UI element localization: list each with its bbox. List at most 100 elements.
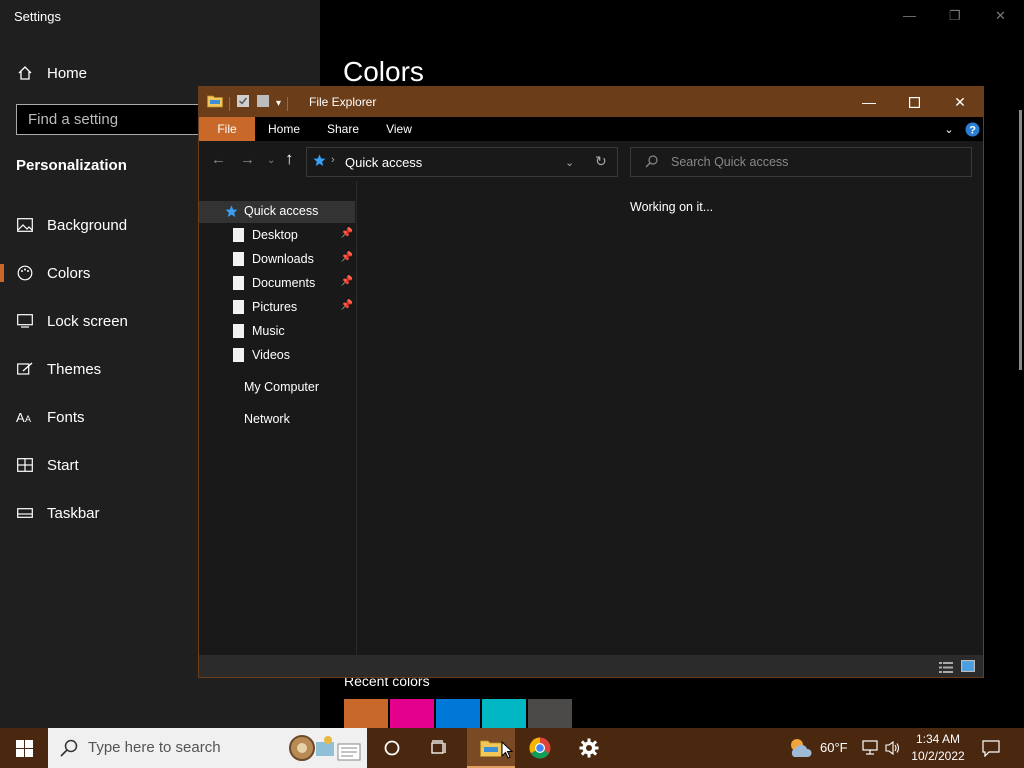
svg-text:A: A [16, 410, 25, 424]
color-swatch[interactable] [528, 699, 572, 729]
home-icon [16, 64, 34, 82]
forward-arrow-icon[interactable]: → [240, 151, 255, 168]
tree-item-desktop[interactable]: Desktop 📌 [199, 225, 355, 247]
start-button[interactable] [0, 728, 48, 768]
section-heading: Personalization [16, 157, 127, 174]
tree-item-music[interactable]: Music [199, 321, 355, 343]
recent-locations-icon[interactable]: ⌄ [267, 155, 275, 166]
brush-icon [16, 360, 34, 378]
find-setting-input[interactable]: Find a setting [16, 104, 206, 135]
nav-background-label: Background [47, 216, 128, 234]
scrollbar[interactable] [1019, 110, 1022, 370]
clock-date: 10/2/2022 [911, 749, 965, 763]
page-title: Colors [343, 56, 424, 87]
cortana-button[interactable] [368, 728, 416, 768]
nav-taskbar-label: Taskbar [47, 504, 100, 522]
taskbar-settings[interactable] [565, 728, 613, 768]
properties-icon[interactable] [236, 94, 250, 113]
tree-item-documents[interactable]: Documents 📌 [199, 273, 355, 295]
network-icon[interactable] [862, 740, 880, 761]
star-icon [313, 154, 326, 172]
new-folder-icon[interactable] [256, 94, 270, 113]
tree-label: Network [244, 412, 290, 426]
chevron-down-icon[interactable]: ▾ [276, 98, 281, 109]
gear-icon [579, 738, 599, 758]
color-swatch[interactable] [390, 699, 434, 729]
tree-item-videos[interactable]: Videos [199, 345, 355, 367]
search-highlight-illustration-icon [288, 732, 364, 768]
tree-item-downloads[interactable]: Downloads 📌 [199, 249, 355, 271]
minimize-button[interactable]: — [903, 8, 916, 23]
task-view-button[interactable] [416, 728, 464, 768]
chevron-down-icon[interactable]: ⌄ [565, 156, 574, 169]
search-icon [60, 739, 78, 762]
file-icon [233, 276, 244, 290]
svg-text:A: A [25, 414, 31, 424]
address-text: Quick access [345, 155, 423, 170]
address-bar[interactable]: › Quick access ⌄ ↻ [306, 147, 618, 177]
tab-share[interactable]: Share [317, 117, 369, 141]
large-icons-view-icon[interactable] [961, 659, 975, 677]
search-placeholder: Search Quick access [671, 155, 789, 169]
palette-icon [16, 264, 34, 282]
pin-icon: 📌 [340, 252, 353, 263]
settings-window-title: Settings [14, 9, 61, 24]
taskbar-search-box[interactable]: Type here to search [48, 728, 367, 768]
color-swatch[interactable] [482, 699, 526, 729]
tab-home[interactable]: Home [259, 117, 309, 141]
taskbar-icon [16, 504, 34, 522]
help-icon[interactable]: ? [963, 117, 981, 141]
maximize-button[interactable] [891, 87, 937, 117]
tree-quick-access[interactable]: Quick access [199, 201, 355, 223]
file-icon [233, 300, 244, 314]
explorer-title: File Explorer [309, 95, 377, 109]
navigation-pane: Quick access Desktop 📌 Downloads 📌 Docum… [199, 181, 357, 655]
star-icon [225, 205, 238, 221]
color-swatch[interactable] [344, 699, 388, 729]
restore-button[interactable]: ❐ [949, 8, 961, 24]
explorer-titlebar[interactable]: ▾ File Explorer — ✕ [199, 87, 983, 117]
color-swatch[interactable] [436, 699, 480, 729]
weather-temperature[interactable]: 60°F [820, 740, 848, 755]
clock-time: 1:34 AM [915, 732, 961, 746]
svg-text:?: ? [969, 124, 976, 136]
file-icon [233, 252, 244, 266]
separator [287, 96, 289, 111]
tab-view[interactable]: View [375, 117, 423, 141]
status-bar [199, 655, 983, 677]
mouse-cursor-icon [501, 740, 514, 764]
tree-label: Quick access [244, 204, 319, 218]
details-view-icon[interactable] [939, 660, 953, 678]
tree-my-computer[interactable]: My Computer [199, 377, 355, 399]
expand-ribbon-icon[interactable]: ⌄ [939, 117, 959, 141]
taskbar-search-placeholder: Type here to search [88, 739, 221, 756]
folder-icon [207, 94, 223, 113]
tree-label: Downloads [252, 252, 314, 266]
file-icon [233, 324, 244, 338]
back-arrow-icon[interactable]: ← [211, 151, 226, 168]
tree-label: Documents [252, 276, 316, 290]
tree-network[interactable]: Network [199, 409, 355, 431]
find-setting-placeholder: Find a setting [28, 111, 119, 128]
picture-icon [16, 216, 34, 234]
tree-item-pictures[interactable]: Pictures 📌 [199, 297, 355, 319]
clock[interactable]: 1:34 AM 10/2/2022 [906, 731, 970, 765]
up-arrow-icon[interactable]: ↑ [285, 149, 294, 169]
search-quick-access-input[interactable]: Search Quick access [630, 147, 972, 177]
loading-message: Working on it... [630, 200, 714, 214]
taskbar-chrome[interactable] [516, 728, 564, 768]
weather-icon[interactable] [788, 737, 814, 764]
quick-access-toolbar: ▾ [207, 94, 289, 113]
minimize-button[interactable]: — [846, 87, 892, 117]
windows-logo-icon [15, 739, 33, 757]
volume-icon[interactable] [885, 740, 901, 761]
separator [229, 96, 230, 111]
nav-home-label: Home [47, 64, 88, 82]
notifications-icon[interactable] [982, 740, 1000, 762]
tab-file[interactable]: File [199, 117, 255, 141]
pin-icon: 📌 [340, 276, 353, 287]
close-button[interactable]: ✕ [995, 8, 1006, 24]
close-button[interactable]: ✕ [937, 87, 983, 117]
cortana-circle-icon [384, 740, 400, 756]
refresh-icon[interactable]: ↻ [595, 153, 607, 170]
